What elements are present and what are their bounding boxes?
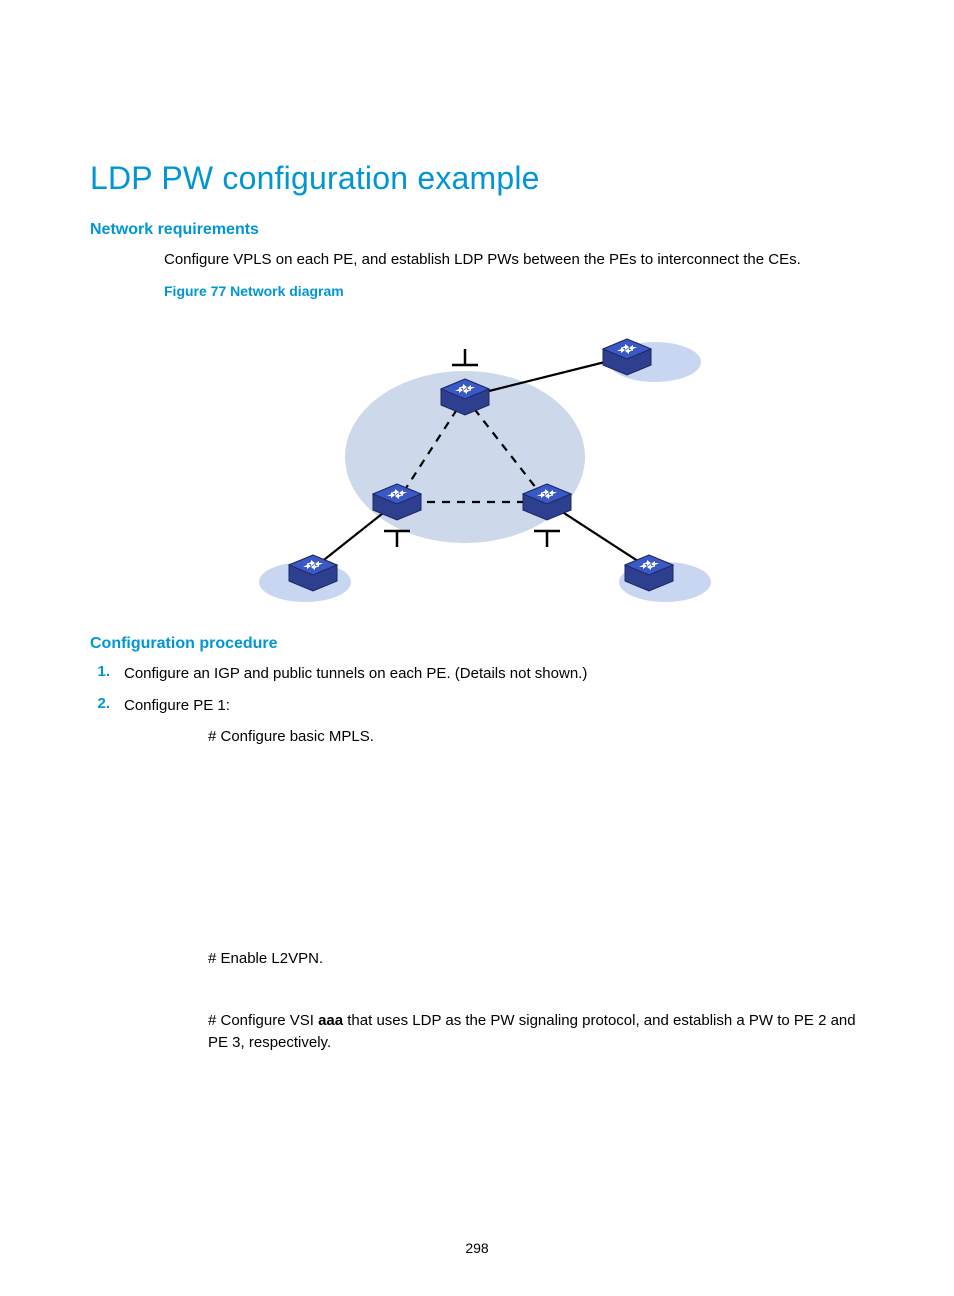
heading-configuration-procedure: Configuration procedure [90,635,864,653]
step-2: 2. Configure PE 1: [90,695,864,717]
page-root: LDP PW configuration example Network req… [0,0,954,1296]
substep-mpls-text: # Configure basic MPLS. [208,726,864,748]
vsi-text-pre: # Configure VSI [208,1012,318,1029]
step-2-text: Configure PE 1: [124,695,230,717]
step-1: 1. Configure an IGP and public tunnels o… [90,663,864,685]
page-title: LDP PW configuration example [90,160,864,197]
netreq-body: Configure VPLS on each PE, and establish… [164,249,864,299]
procedure-list: 1. Configure an IGP and public tunnels o… [90,663,864,717]
substep-mpls: # Configure basic MPLS. [208,726,864,748]
substep-l2vpn-text: # Enable L2VPN. [208,948,864,970]
network-diagram-svg [217,307,737,617]
step-1-text: Configure an IGP and public tunnels on e… [124,663,587,685]
substep-l2vpn: # Enable L2VPN. [208,948,864,970]
heading-network-requirements: Network requirements [90,221,864,239]
step-1-number: 1. [90,663,110,680]
network-diagram [90,307,864,617]
page-number: 298 [0,1240,954,1256]
step-2-number: 2. [90,695,110,712]
substep-vsi-text: # Configure VSI aaa that uses LDP as the… [208,1010,864,1054]
figure-caption: Figure 77 Network diagram [164,283,864,299]
netreq-intro: Configure VPLS on each PE, and establish… [164,249,864,271]
vsi-keyword: aaa [318,1012,343,1029]
substep-vsi: # Configure VSI aaa that uses LDP as the… [208,1010,864,1054]
